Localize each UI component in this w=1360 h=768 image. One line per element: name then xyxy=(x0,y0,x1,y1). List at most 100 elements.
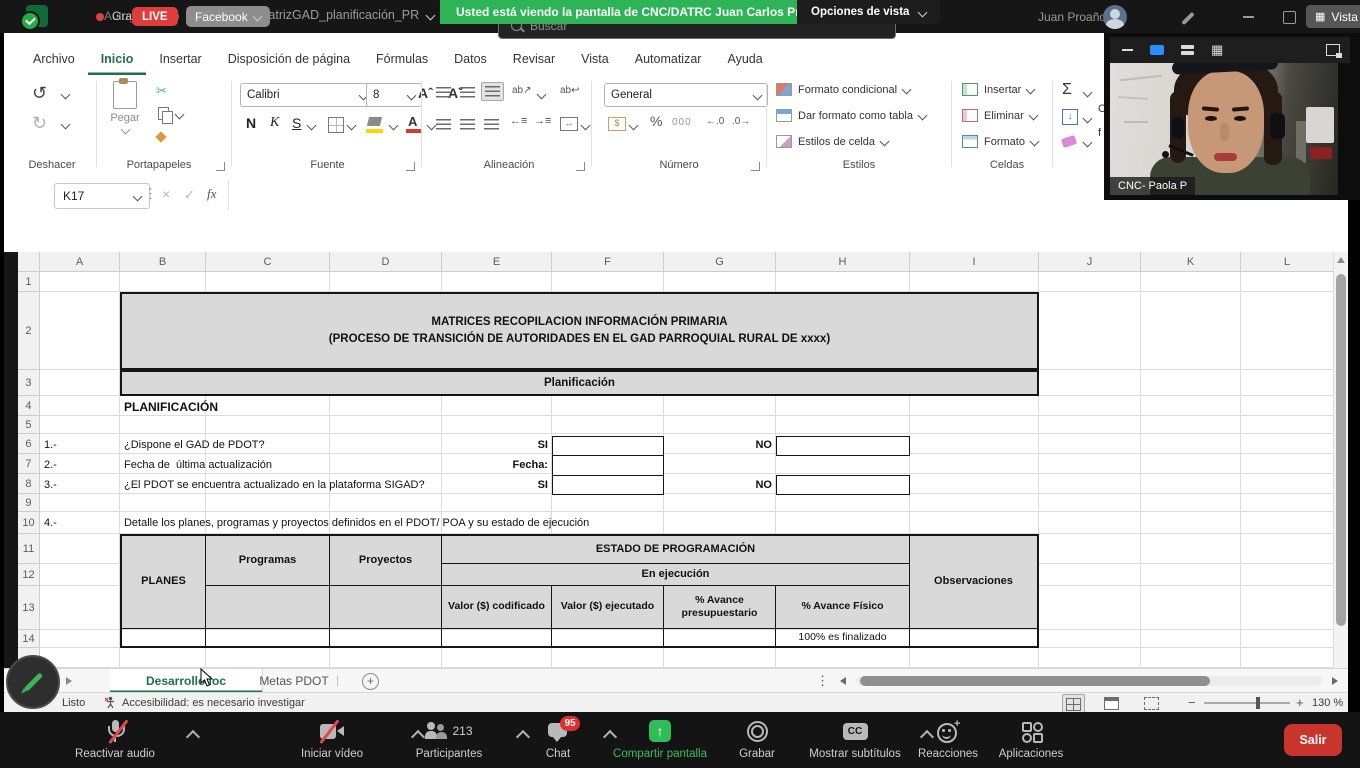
table-row[interactable] xyxy=(122,628,206,646)
gallery-view-icon[interactable]: ▦ xyxy=(1211,42,1223,58)
accessibility-status[interactable]: Accesibilidad: es necesario investigar xyxy=(122,697,305,709)
align-bottom-icon[interactable] xyxy=(481,82,504,101)
q1-no-answer-cell[interactable] xyxy=(776,436,910,456)
q1-si-answer-cell[interactable] xyxy=(552,436,664,456)
tab-ayuda[interactable]: Ayuda xyxy=(714,46,775,75)
autosum-icon[interactable]: Σ xyxy=(1062,81,1072,99)
page-break-view-icon[interactable] xyxy=(1144,697,1159,710)
fill-color-icon[interactable] xyxy=(367,117,382,126)
orientation-icon[interactable]: ab↗ xyxy=(512,85,532,96)
avance-fisico-note[interactable]: 100% es finalizado xyxy=(776,628,910,646)
cell-styles-button[interactable]: Estilos de celda xyxy=(776,135,888,148)
confirm-entry-icon[interactable]: ✓ xyxy=(184,187,195,203)
more-options-icon[interactable]: ⋮ xyxy=(144,186,157,202)
increase-indent-icon[interactable]: →≡ xyxy=(534,115,551,127)
align-left-icon[interactable] xyxy=(436,119,451,130)
worksheet-grid[interactable]: ABCDEFGHIJKL1234567891011121314 MATRICES… xyxy=(18,252,1333,668)
clear-icon[interactable] xyxy=(1061,135,1077,148)
merge-center-icon[interactable]: ↔ xyxy=(560,117,578,131)
tab-disposicion[interactable]: Disposición de página xyxy=(215,46,363,75)
annotate-pen-icon[interactable] xyxy=(1181,12,1194,25)
vertical-scroll-thumb[interactable] xyxy=(1336,274,1346,626)
fx-icon[interactable]: fx xyxy=(207,186,216,202)
annotation-fab[interactable] xyxy=(6,655,60,709)
restore-icon[interactable] xyxy=(1283,11,1296,24)
bold-button[interactable]: N xyxy=(246,115,256,131)
horizontal-scrollbar[interactable] xyxy=(856,676,1322,686)
underline-button[interactable]: S xyxy=(292,115,301,131)
tab-insertar[interactable]: Insertar xyxy=(146,46,214,75)
tab-archivo[interactable]: Archivo xyxy=(20,46,88,75)
orientation-dropdown-icon[interactable] xyxy=(537,90,547,100)
autosum-dropdown-icon[interactable] xyxy=(1083,88,1093,98)
zoom-slider-thumb[interactable] xyxy=(1256,697,1260,709)
start-video-button[interactable]: Iniciar vídeo xyxy=(267,719,397,760)
redo-icon[interactable]: ↻ xyxy=(32,113,47,134)
redo-dropdown-icon[interactable] xyxy=(61,120,71,130)
percent-icon[interactable]: % xyxy=(650,113,662,129)
unmute-button[interactable]: Reactivar audio xyxy=(50,719,180,760)
italic-button[interactable]: K xyxy=(270,115,279,131)
font-color-dropdown-icon[interactable] xyxy=(427,121,437,131)
undo-dropdown-icon[interactable] xyxy=(61,90,71,100)
name-box[interactable]: K17 xyxy=(54,183,150,209)
decrease-indent-icon[interactable]: ←≡ xyxy=(510,115,527,127)
view-button[interactable]: ▦ Vista xyxy=(1306,5,1360,28)
active-speaker-view-icon[interactable] xyxy=(1150,45,1164,55)
leave-button[interactable]: Salir xyxy=(1284,724,1342,756)
format-painter-icon[interactable] xyxy=(155,131,166,142)
zoom-in-icon[interactable]: + xyxy=(1296,695,1304,710)
number-format-select[interactable]: General xyxy=(604,83,768,107)
scroll-up-icon[interactable] xyxy=(1337,257,1345,263)
document-title[interactable]: MatrizGAD_planificación_PR xyxy=(258,8,434,22)
webcam-video[interactable]: CNC- Paola P xyxy=(1110,63,1338,195)
alignment-dialog-launcher-icon[interactable] xyxy=(576,162,585,171)
format-cells-button[interactable]: Formato xyxy=(962,135,1038,148)
accounting-dropdown-icon[interactable] xyxy=(629,121,639,131)
insert-cells-button[interactable]: Insertar xyxy=(962,83,1034,96)
clear-dropdown-icon[interactable] xyxy=(1083,138,1093,148)
q3-si-answer-cell[interactable] xyxy=(552,475,664,495)
fill-color-dropdown-icon[interactable] xyxy=(389,121,399,131)
font-size-select[interactable]: 8 xyxy=(366,83,422,107)
underline-dropdown-icon[interactable] xyxy=(307,121,317,131)
zoom-out-icon[interactable]: − xyxy=(1188,695,1196,710)
copy-dropdown-icon[interactable] xyxy=(175,110,185,120)
speaker-list-view-icon[interactable] xyxy=(1181,45,1194,55)
q2-answer-cell[interactable] xyxy=(552,455,664,476)
format-as-table-button[interactable]: Dar formato como tabla xyxy=(776,109,926,122)
align-top-icon[interactable] xyxy=(436,87,451,98)
sheet-tab-metas[interactable]: Metas PDOT xyxy=(236,669,352,693)
paste-button[interactable]: Pegar xyxy=(104,81,146,133)
tab-vista[interactable]: Vista xyxy=(568,46,622,75)
sheet-title-block[interactable]: MATRICES RECOPILACION INFORMACIÓN PRIMAR… xyxy=(120,292,1039,370)
fill-down-icon[interactable]: ↓ xyxy=(1062,109,1078,125)
popout-view-icon[interactable] xyxy=(1326,44,1340,56)
accessibility-icon[interactable] xyxy=(104,696,117,709)
page-layout-view-icon[interactable] xyxy=(1104,697,1119,710)
fill-dropdown-icon[interactable] xyxy=(1083,114,1093,124)
tab-revisar[interactable]: Revisar xyxy=(500,46,568,75)
zoom-slider[interactable] xyxy=(1204,702,1290,704)
q3-no-answer-cell[interactable] xyxy=(776,475,910,495)
hscroll-left-icon[interactable] xyxy=(840,677,846,685)
add-sheet-button[interactable]: + xyxy=(362,673,379,690)
borders-dropdown-icon[interactable] xyxy=(347,121,357,131)
wrap-text-icon[interactable]: ab↩ xyxy=(560,85,580,96)
undo-icon[interactable]: ↺ xyxy=(32,83,47,104)
hscroll-right-icon[interactable] xyxy=(1332,677,1338,685)
font-color-icon[interactable]: A xyxy=(408,114,417,129)
tab-automatizar[interactable]: Automatizar xyxy=(622,46,715,75)
increase-decimal-icon[interactable]: ←.0 xyxy=(706,116,724,127)
section-banner[interactable]: Planificación xyxy=(120,370,1039,396)
tab-scroll-right-icon[interactable] xyxy=(66,677,72,685)
tab-datos[interactable]: Datos xyxy=(441,46,500,75)
tab-formulas[interactable]: Fórmulas xyxy=(363,46,441,75)
audio-options-icon[interactable] xyxy=(186,730,200,744)
number-dialog-launcher-icon[interactable] xyxy=(751,162,760,171)
cancel-entry-icon[interactable]: × xyxy=(162,186,170,202)
horizontal-scroll-thumb[interactable] xyxy=(860,676,1210,686)
delete-cells-button[interactable]: Eliminar xyxy=(962,109,1037,122)
cut-icon[interactable]: ✂ xyxy=(156,83,167,99)
align-middle-icon[interactable] xyxy=(460,87,475,98)
